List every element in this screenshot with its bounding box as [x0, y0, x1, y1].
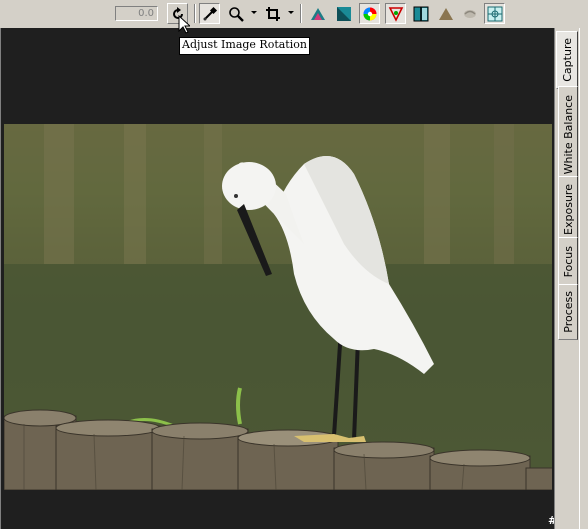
photo-egret	[4, 124, 552, 490]
color-balance-icon	[388, 6, 403, 22]
image-canvas[interactable]	[0, 28, 554, 529]
levels-button[interactable]	[307, 3, 328, 24]
toolbar-separator	[194, 4, 196, 23]
crop-dropdown-arrow[interactable]	[288, 11, 294, 14]
zoom-dropdown-arrow[interactable]	[251, 11, 257, 14]
split-view-button[interactable]	[410, 3, 431, 24]
curves-icon	[336, 6, 351, 21]
tab-strip: Capture White Balance Exposure Focus Pro…	[554, 28, 588, 529]
tab-focus[interactable]: Focus	[558, 237, 578, 286]
crop-button[interactable]	[262, 3, 283, 24]
mouse-pointer-icon	[178, 15, 190, 34]
curves-button[interactable]	[333, 3, 354, 24]
blend-button[interactable]	[459, 3, 480, 24]
egret-photo-illustration	[4, 124, 552, 490]
eyedropper-button[interactable]	[199, 3, 220, 24]
tab-capture[interactable]: Capture	[556, 31, 578, 89]
tooltip: Adjust Image Rotation	[179, 37, 310, 55]
crop-icon	[265, 6, 280, 21]
grid-icon	[487, 6, 502, 21]
triangle-icon	[438, 7, 453, 20]
split-view-icon	[413, 6, 428, 21]
color-wheel-icon	[363, 7, 376, 20]
tab-exposure[interactable]: Exposure	[558, 176, 578, 242]
rotation-angle-field[interactable]: 0.0	[115, 6, 158, 21]
tab-process[interactable]: Process	[558, 284, 578, 340]
levels-icon	[310, 7, 325, 20]
grid-button[interactable]	[484, 3, 505, 24]
tab-white-balance[interactable]: White Balance	[558, 86, 578, 183]
image-toolbar: 0.0	[0, 0, 588, 29]
toolbar-separator	[300, 4, 302, 23]
zoom-button[interactable]	[225, 3, 246, 24]
eyedropper-icon	[203, 6, 217, 20]
tab-panel-edge	[579, 28, 588, 529]
magnifier-icon	[228, 6, 244, 22]
sharpen-button[interactable]	[435, 3, 456, 24]
color-balance-button[interactable]	[385, 3, 406, 24]
blend-icon	[463, 9, 476, 18]
color-wheel-button[interactable]	[359, 3, 380, 24]
